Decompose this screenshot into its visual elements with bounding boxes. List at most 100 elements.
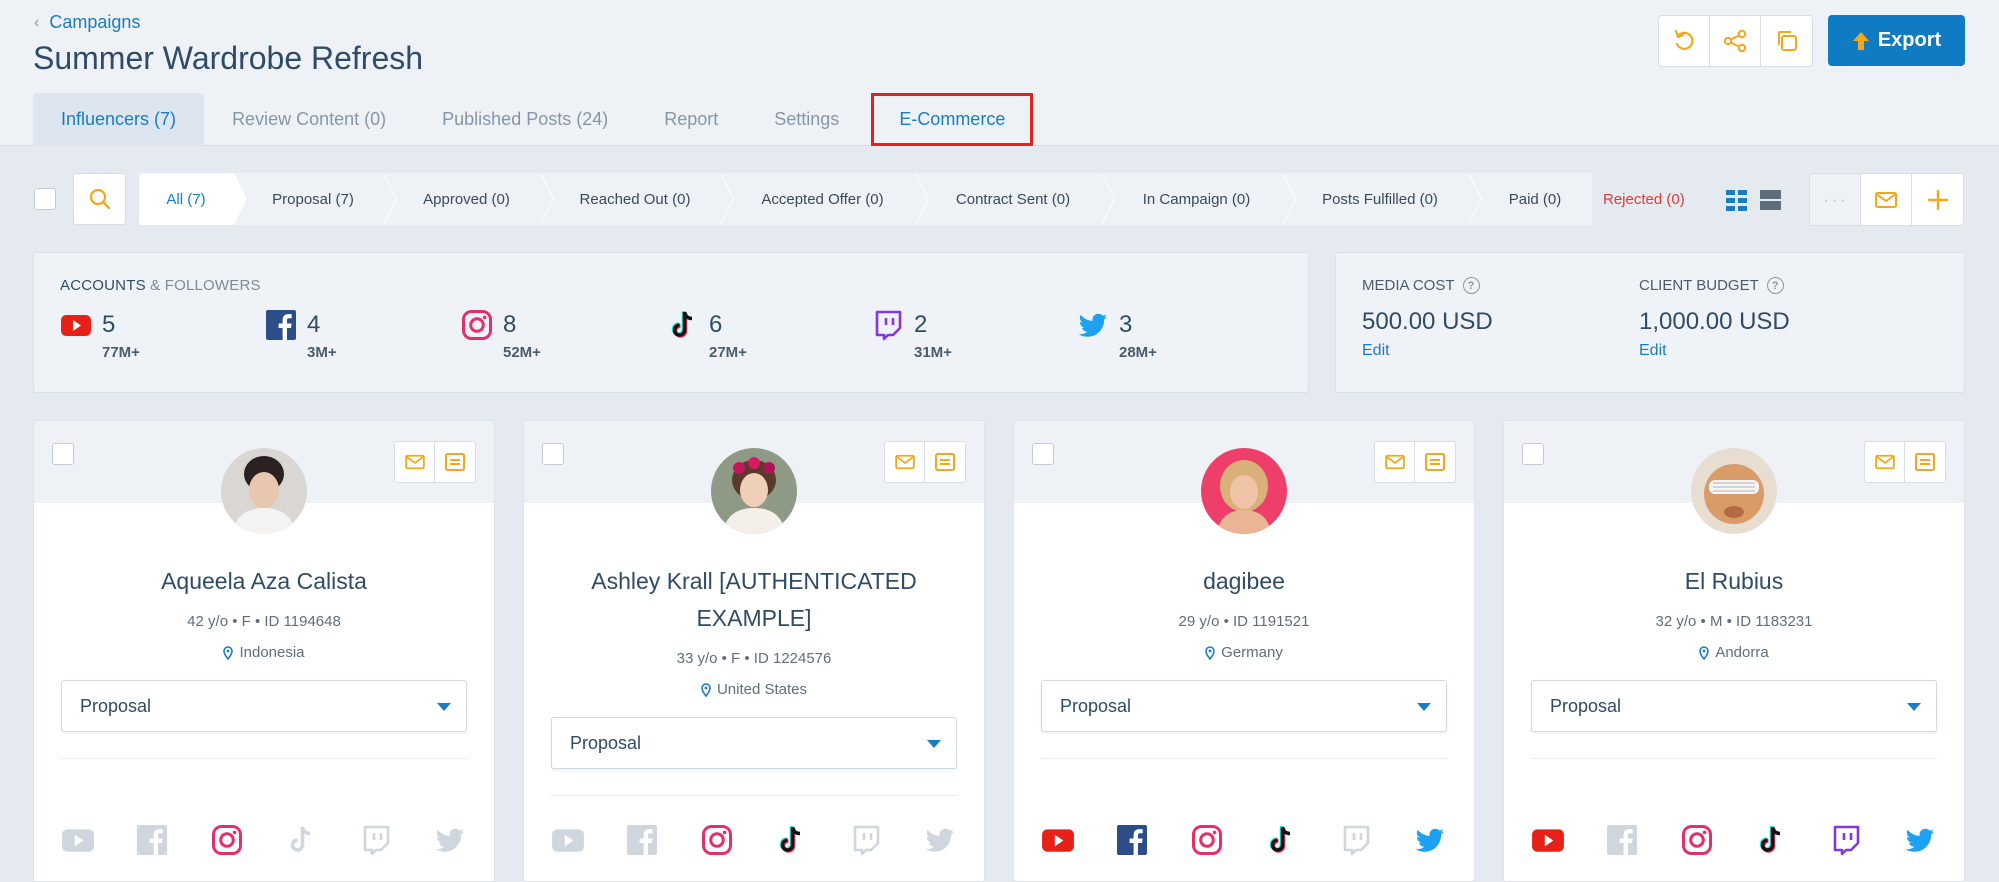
card-email-button[interactable] [1865, 442, 1905, 482]
stage-paid[interactable]: Paid (0) [1468, 173, 1592, 225]
card-checkbox[interactable] [542, 443, 564, 465]
tab-published-posts[interactable]: Published Posts (24) [414, 93, 636, 146]
influencer-name[interactable]: El Rubius [1524, 563, 1944, 600]
status-select[interactable]: Proposal [1531, 680, 1937, 732]
account-count: 8 [503, 311, 517, 338]
chevron-down-icon [437, 703, 451, 711]
card-notes-button[interactable] [1905, 442, 1945, 482]
stage-reached-out[interactable]: Reached Out (0) [540, 173, 734, 225]
card-notes-button[interactable] [925, 442, 965, 482]
add-influencer-button[interactable] [1912, 174, 1963, 225]
status-value: Proposal [1550, 695, 1622, 716]
instagram-icon[interactable] [1190, 823, 1224, 857]
breadcrumb-campaigns-link[interactable]: Campaigns [49, 12, 140, 33]
tab-review-content[interactable]: Review Content (0) [204, 93, 414, 146]
card-email-button[interactable] [1375, 442, 1415, 482]
tiktok-icon[interactable] [1754, 823, 1788, 857]
youtube-icon [61, 315, 91, 336]
client-budget-label: CLIENT BUDGET [1639, 277, 1759, 294]
account-followers: 28M+ [1119, 344, 1157, 361]
tab-e-commerce[interactable]: E-Commerce [871, 93, 1034, 146]
account-count: 6 [709, 311, 723, 338]
accounts-title-main: ACCOUNTS [60, 277, 146, 294]
facebook-icon [1605, 823, 1639, 857]
facebook-icon[interactable] [1115, 823, 1149, 857]
tiktok-icon[interactable] [774, 823, 808, 857]
location-pin-icon [1699, 645, 1710, 660]
influencer-name[interactable]: dagibee [1034, 563, 1454, 600]
influencer-name[interactable]: Ashley Krall [AUTHENTICATED EXAMPLE] [544, 563, 964, 637]
card-email-button[interactable] [885, 442, 925, 482]
tiktok-icon[interactable] [1264, 823, 1298, 857]
card-checkbox[interactable] [1522, 443, 1544, 465]
search-button[interactable] [73, 173, 126, 225]
tab-influencers[interactable]: Influencers (7) [33, 93, 205, 146]
share-button[interactable] [1710, 16, 1761, 66]
refresh-button[interactable] [1659, 16, 1710, 66]
card-notes-button[interactable] [435, 442, 475, 482]
notes-icon [1425, 453, 1445, 471]
more-options-button[interactable]: ··· [1810, 174, 1861, 225]
youtube-icon[interactable] [1531, 823, 1565, 857]
tab-report[interactable]: Report [636, 93, 746, 146]
help-icon[interactable]: ? [1766, 277, 1784, 294]
influencer-name[interactable]: Aqueela Aza Calista [54, 563, 474, 600]
page-header: ‹ Campaigns Summer Wardrobe Refresh Expo… [0, 0, 1999, 146]
notes-icon [935, 453, 955, 471]
stage-in-campaign[interactable]: In Campaign (0) [1101, 173, 1296, 225]
help-icon[interactable]: ? [1462, 277, 1480, 294]
bulk-email-button[interactable] [1861, 174, 1912, 225]
breadcrumb[interactable]: ‹ Campaigns [34, 12, 140, 33]
more-dots-icon: ··· [1822, 186, 1848, 212]
card-notes-button[interactable] [1415, 442, 1455, 482]
chevron-left-icon: ‹ [34, 13, 40, 31]
export-button[interactable]: Export [1828, 15, 1965, 66]
tab-settings[interactable]: Settings [746, 93, 867, 146]
media-cost-edit-link[interactable]: Edit [1362, 342, 1493, 360]
client-budget-block: CLIENT BUDGET? 1,000.00 USD Edit [1639, 277, 1790, 360]
location-text: Germany [1221, 644, 1283, 661]
stage-rejected[interactable]: Rejected (0) [1603, 173, 1685, 225]
list-view-toggle[interactable] [1760, 189, 1782, 216]
instagram-icon[interactable] [700, 823, 734, 857]
avatar [711, 448, 797, 534]
stage-posts-fulfilled[interactable]: Posts Fulfilled (0) [1282, 173, 1482, 225]
stage-proposal[interactable]: Proposal (7) [233, 173, 397, 225]
card-checkbox[interactable] [1032, 443, 1054, 465]
export-arrow-icon [1852, 31, 1869, 50]
instagram-icon[interactable] [210, 823, 244, 857]
stage-contract-sent[interactable]: Contract Sent (0) [915, 173, 1115, 225]
twitch-icon[interactable] [1829, 823, 1863, 857]
card-email-button[interactable] [395, 442, 435, 482]
stage-label: Approved (0) [423, 190, 510, 208]
stage-label: Contract Sent (0) [955, 190, 1071, 208]
stage-accepted-offer[interactable]: Accepted Offer (0) [720, 173, 929, 225]
instagram-icon[interactable] [1680, 823, 1714, 857]
twitter-icon[interactable] [1903, 823, 1937, 857]
select-all-checkbox[interactable] [34, 188, 56, 210]
status-select[interactable]: Proposal [1041, 680, 1447, 732]
status-value: Proposal [80, 695, 152, 716]
twitter-icon[interactable] [1413, 823, 1447, 857]
stage-filter-bar: All (7) Proposal (7) Approved (0) Reache… [139, 173, 1592, 225]
social-icons-row [1041, 823, 1447, 857]
status-select[interactable]: Proposal [61, 680, 467, 732]
stage-all[interactable]: All (7) [139, 173, 247, 225]
account-count: 5 [102, 311, 116, 338]
grid-view-toggle[interactable] [1726, 189, 1748, 216]
youtube-icon [61, 823, 95, 857]
influencer-meta: 29 y/o • ID 1191521 [1178, 613, 1310, 630]
account-count: 2 [914, 311, 928, 338]
client-budget-edit-link[interactable]: Edit [1639, 342, 1790, 360]
location-pin-icon [701, 682, 711, 697]
youtube-icon[interactable] [1041, 823, 1075, 857]
stage-label: Proposal (7) [272, 190, 354, 208]
status-select[interactable]: Proposal [551, 717, 957, 769]
social-icons-row [1531, 823, 1937, 857]
duplicate-button[interactable] [1761, 16, 1812, 66]
location-text: United States [716, 681, 808, 698]
twitter-icon [433, 823, 467, 857]
stage-approved[interactable]: Approved (0) [383, 173, 554, 225]
card-checkbox[interactable] [52, 443, 74, 465]
twitch-icon [875, 310, 902, 341]
